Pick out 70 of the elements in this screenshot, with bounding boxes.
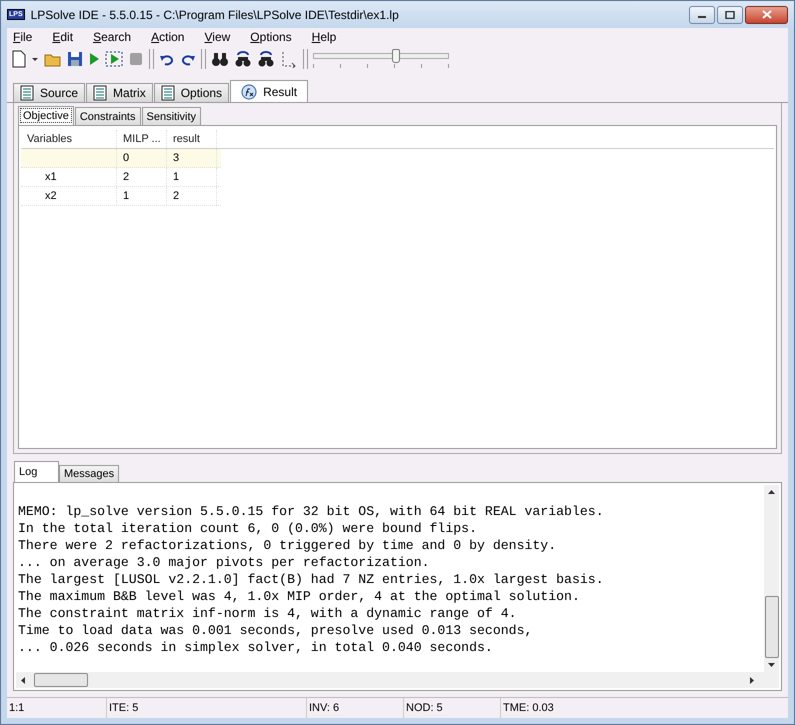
tab[interactable]: Log xyxy=(14,461,59,482)
log-line: There were 2 refactorizations, 0 triggered by time and 0 by density. xyxy=(18,537,558,554)
table-cell: 2 xyxy=(167,187,217,205)
table-row[interactable]: x2 1 2 xyxy=(21,187,221,206)
column-header[interactable]: result xyxy=(167,130,217,148)
find-next-icon[interactable] xyxy=(257,50,275,68)
log-line: The maximum B&B level was 4, 1.0x MIP order, 4 at the optimal solution. xyxy=(18,588,581,605)
maximize-button[interactable] xyxy=(717,6,743,24)
function-icon xyxy=(241,84,258,100)
log-line: MEMO: lp_solve version 5.5.0.15 for 32 bit OS, with 64 bit REAL variables. xyxy=(18,503,605,520)
document-icon xyxy=(160,85,175,101)
window-title: LPSolve IDE - 5.5.0.15 - C:\Program Files\LPSolve IDE\Testdir\ex1.lp xyxy=(30,8,399,22)
tab[interactable]: Options xyxy=(154,83,230,102)
new-file-icon[interactable] xyxy=(12,50,26,68)
log-line: ... on average 3.0 major pivots per refactorization. xyxy=(18,554,431,571)
table-cell: 2 xyxy=(117,168,167,186)
menu-item[interactable]: Action xyxy=(151,30,184,44)
table-cell: 1 xyxy=(117,187,167,205)
tab[interactable]: Objective xyxy=(18,106,74,125)
status-field: NOD: 5 xyxy=(404,698,501,718)
table-cell: 0 xyxy=(117,149,167,167)
menu-item[interactable]: Help xyxy=(312,30,336,44)
tab[interactable]: Result xyxy=(230,80,308,102)
table-cell: 1 xyxy=(167,168,217,186)
menu-item[interactable]: View xyxy=(204,30,230,44)
tab[interactable]: Source xyxy=(13,83,86,102)
menu-item[interactable]: Edit xyxy=(52,30,74,44)
column-header[interactable]: MILP ... xyxy=(117,130,167,148)
log-line: In the total iteration count 6, 0 (0.0%) were bound flips. xyxy=(18,520,478,537)
close-button[interactable] xyxy=(745,6,788,24)
tab[interactable]: Constraints xyxy=(74,107,140,125)
scroll-up-icon[interactable] xyxy=(767,489,776,495)
step-run-icon[interactable] xyxy=(105,50,123,68)
binoculars-icon[interactable] xyxy=(211,50,229,68)
horizontal-scrollbar[interactable] xyxy=(16,672,779,688)
save-icon[interactable] xyxy=(67,50,83,68)
tab[interactable]: Messages xyxy=(59,465,120,482)
minimize-button[interactable] xyxy=(689,6,715,24)
scroll-thumb[interactable] xyxy=(764,596,778,658)
column-header[interactable]: Variables xyxy=(21,130,117,148)
document-icon xyxy=(93,85,108,101)
zoom-slider[interactable] xyxy=(313,49,449,69)
log-line: The largest [LUSOL v2.2.1.0] fact(B) had 7 NZ entries, 1.0x largest basis. xyxy=(18,571,605,588)
table-row[interactable]: x1 2 1 xyxy=(21,168,221,187)
table-cell: x1 xyxy=(21,168,117,186)
table-cell: x2 xyxy=(21,187,117,205)
log-line: ... 0.026 seconds in simplex solver, in total 0.040 seconds. xyxy=(18,639,494,656)
log-line: The constraint matrix inf-norm is 4, with a dynamic range of 4. xyxy=(18,605,518,622)
document-icon xyxy=(20,85,34,101)
table-cell: 3 xyxy=(167,149,217,167)
status-field: ITE: 5 xyxy=(107,698,307,718)
status-field: 1:1 xyxy=(7,698,107,718)
status-field: INV: 6 xyxy=(307,698,404,718)
scroll-left-icon[interactable] xyxy=(20,676,26,684)
close-icon xyxy=(762,10,772,19)
scroll-right-icon[interactable] xyxy=(749,676,755,684)
scroll-thumb[interactable] xyxy=(34,673,88,687)
menu-item[interactable]: Options xyxy=(250,30,292,44)
vertical-scrollbar[interactable] xyxy=(764,485,779,672)
find-previous-icon[interactable] xyxy=(234,50,252,68)
status-field: TME: 0.03 xyxy=(501,698,601,718)
scroll-down-icon[interactable] xyxy=(767,662,776,668)
play-icon[interactable] xyxy=(88,50,100,68)
maximize-icon xyxy=(725,10,735,18)
table-row[interactable]: 0 3 xyxy=(21,149,221,168)
log-line: Time to load data was 0.001 seconds, presolve used 0.013 seconds, xyxy=(18,622,534,639)
tab[interactable]: Sensitivity xyxy=(142,107,202,125)
menu-item[interactable]: File xyxy=(13,30,32,44)
tab[interactable]: Matrix xyxy=(86,83,153,102)
menu-item[interactable]: Search xyxy=(93,30,132,44)
